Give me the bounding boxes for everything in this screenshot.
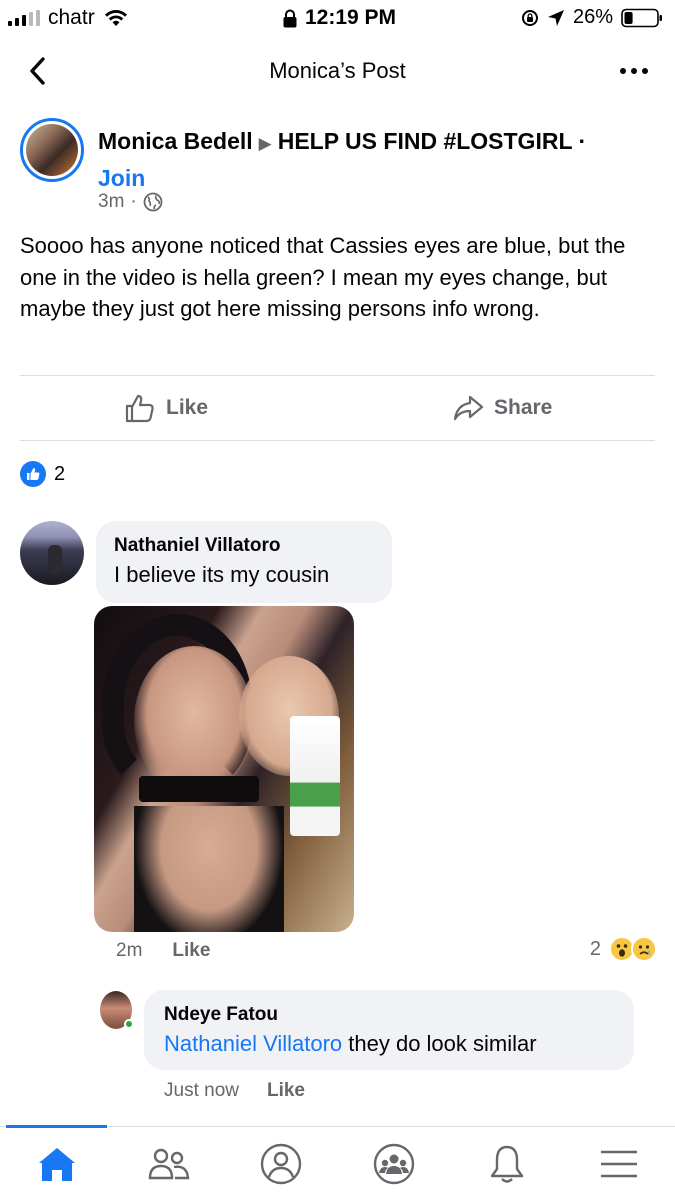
status-left: chatr [8,6,129,30]
reply-time[interactable]: Just now [164,1080,239,1102]
friends-icon [148,1148,190,1180]
comment-time[interactable]: 2m [116,940,142,962]
header-separator: · [578,128,587,154]
page-title: Monica’s Post [269,58,406,83]
more-options-button[interactable] [617,58,651,84]
menu-icon [601,1150,637,1178]
carrier-name: chatr [48,6,95,29]
comment-reaction-count: 2 [589,937,601,960]
online-status-dot [124,1019,134,1029]
ellipsis-icon [620,68,648,74]
active-tab-indicator [6,1125,107,1128]
reply-mention[interactable]: Nathaniel Villatoro [164,1031,342,1056]
tab-profile[interactable] [256,1139,306,1189]
divider-top [20,375,655,376]
rotation-lock-icon [521,9,538,26]
clock: 12:19 PM [305,6,397,29]
reply-author-avatar[interactable] [100,991,134,1029]
caret-right-icon: ▶ [258,134,272,153]
post-time[interactable]: 3m [98,191,124,213]
avatar-photo [26,124,78,176]
groups-icon [373,1143,415,1185]
comment-meta: 2m Like [116,940,210,962]
comment-reactions[interactable]: 2 [590,936,657,962]
share-button[interactable]: Share [452,392,552,424]
battery-percent: 26% [572,6,613,28]
meta-separator: · [130,191,137,212]
reply-bubble[interactable]: Ndeye Fatou Nathaniel Villatoro they do … [144,990,634,1070]
divider-bottom [20,440,655,441]
signal-icon [8,10,40,26]
tab-notifications[interactable] [482,1139,532,1189]
group-name[interactable]: HELP US FIND #LOSTGIRL [278,128,572,154]
top-nav: Monica’s Post [0,44,675,98]
share-label: Share [494,396,553,419]
comment-text: I believe its my cousin [114,562,330,587]
like-label: Like [166,396,209,419]
battery-icon [621,8,662,27]
status-center: 12:19 PM [283,6,396,30]
share-arrow-icon [453,395,484,421]
comment-bubble[interactable]: Nathaniel Villatoro I believe its my cou… [96,521,392,603]
globe-icon [143,192,163,212]
reply-meta: Just now Like [164,1080,305,1102]
post-author-name[interactable]: Monica Bedell [98,128,253,154]
join-group-button[interactable]: Join [98,165,145,191]
reply-text: they do look similar [342,1031,537,1056]
tab-friends[interactable] [144,1139,194,1189]
comment-like-button[interactable]: Like [172,940,210,962]
location-arrow-icon [547,9,564,26]
reply-author[interactable]: Ndeye Fatou [164,1002,614,1028]
thumbs-up-outline-icon [125,394,154,423]
profile-icon [260,1143,302,1185]
reply-text-line: Nathaniel Villatoro they do look similar [164,1028,614,1060]
post-meta: 3m · [98,191,163,213]
reaction-summary[interactable]: 2 [20,461,65,487]
home-icon [39,1148,75,1181]
like-button[interactable]: Like [124,392,208,424]
post-author-avatar[interactable] [20,118,84,182]
post-body-text: Soooo has anyone noticed that Cassies ey… [20,233,626,321]
wifi-icon [104,10,127,26]
notifications-icon [490,1145,524,1183]
comment-photo[interactable] [94,606,354,932]
commenter-avatar[interactable] [20,521,84,585]
reaction-count: 2 [54,462,66,485]
comment-author[interactable]: Nathaniel Villatoro [114,533,374,559]
tab-groups[interactable] [369,1139,419,1189]
post-header: Monica Bedell ▶ HELP US FIND #LOSTGIRL · J… [98,124,658,195]
status-bar: chatr 12:19 PM 26% [0,0,675,34]
lock-icon [283,9,297,27]
tab-menu[interactable] [594,1139,644,1189]
like-reaction-icon [20,461,46,487]
reply-like-button[interactable]: Like [267,1080,305,1102]
sad-reaction-icon [631,936,657,962]
bottom-tab-bar [0,1125,675,1200]
status-right: 26% [521,6,663,29]
tab-home[interactable] [32,1139,82,1189]
